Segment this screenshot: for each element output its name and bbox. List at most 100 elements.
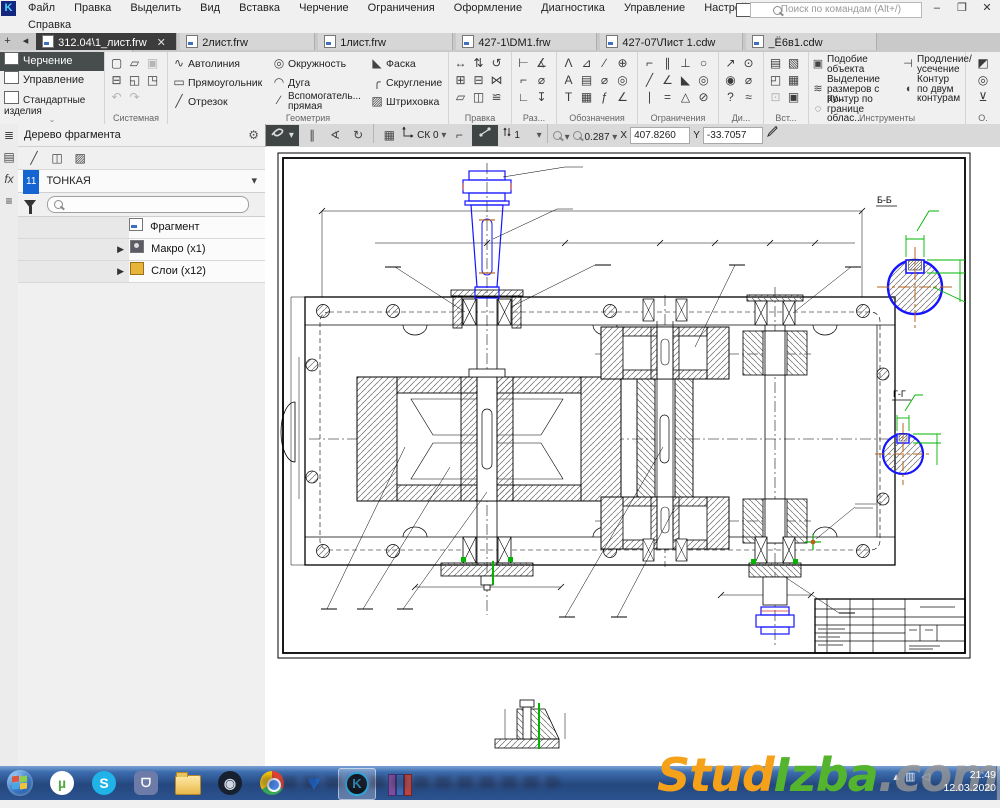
- expand-arrow-icon[interactable]: ▶: [117, 244, 124, 254]
- print-preview-icon[interactable]: ◱: [127, 72, 142, 88]
- perpendicular-icon[interactable]: ⊥: [678, 55, 693, 71]
- tool-select-dims[interactable]: ≋Выделение размеров с ру...: [811, 74, 899, 94]
- save-icon[interactable]: ▣: [145, 55, 160, 71]
- menu-layout[interactable]: Оформление: [446, 0, 530, 15]
- restore-button[interactable]: ❐: [951, 2, 973, 16]
- tree-node-macro[interactable]: ▶ Макро (x1): [18, 239, 265, 261]
- tool-similar-object[interactable]: ▣Подобие объекта: [811, 54, 899, 74]
- angular-dim-icon[interactable]: ∡: [534, 55, 549, 71]
- chevron-down-icon[interactable]: ▾: [251, 170, 257, 192]
- datum-icon[interactable]: ⊿: [579, 55, 594, 71]
- measure-icon[interactable]: ↗: [723, 55, 738, 71]
- length-icon[interactable]: ⌀: [741, 72, 756, 88]
- tool-contour-boundary[interactable]: ◌Контур по границе облас...: [811, 94, 899, 114]
- gear-lower[interactable]: [601, 497, 807, 549]
- panelset-drawing-button[interactable]: Черчение: [0, 52, 104, 71]
- add-tab-button[interactable]: +: [0, 33, 15, 50]
- linear-dim-icon[interactable]: ⊢: [516, 55, 531, 71]
- formula-icon[interactable]: ƒ: [597, 89, 612, 105]
- command-search-input[interactable]: Поиск по командам (Alt+/): [750, 2, 922, 18]
- deviation-icon[interactable]: ≈: [741, 89, 756, 105]
- taskbar-explorer[interactable]: [170, 768, 206, 798]
- insert-macro-icon[interactable]: ▣: [786, 89, 801, 105]
- pin-icon[interactable]: ⊻: [976, 89, 991, 105]
- tool-chamfer[interactable]: ◣Фаска: [370, 54, 446, 73]
- tab-document-2[interactable]: 1лист.frw: [318, 33, 453, 50]
- variables-panel-icon[interactable]: fx: [0, 168, 18, 190]
- coord-x-value[interactable]: 407.8260: [630, 127, 690, 144]
- snap-angle-icon[interactable]: ∢: [325, 125, 345, 146]
- vertical-icon[interactable]: ∣: [642, 89, 657, 105]
- tool-contour-two[interactable]: ◖Контур по двум контурам: [901, 74, 963, 94]
- redo-icon[interactable]: ↷: [127, 89, 142, 105]
- point-info-icon[interactable]: ⊙: [741, 55, 756, 71]
- ordinate-dim-icon[interactable]: ∟: [516, 89, 531, 105]
- rounding-toggle-button[interactable]: [472, 125, 498, 146]
- shift-icon[interactable]: ▱: [453, 89, 468, 105]
- tree-panel-icon[interactable]: ≣: [0, 124, 18, 146]
- target-icon[interactable]: ◎: [976, 72, 991, 88]
- tangent-icon[interactable]: ○: [696, 55, 711, 71]
- symmetry-icon[interactable]: △: [678, 89, 693, 105]
- drawing-canvas[interactable]: Б-Б Г-Г: [265, 147, 1000, 766]
- insert-picture-icon[interactable]: ◰: [768, 72, 783, 88]
- taskbar-steam[interactable]: ◉: [212, 768, 248, 798]
- tool-hatch[interactable]: ▨Штриховка: [370, 92, 446, 111]
- print-icon[interactable]: ⊟: [109, 72, 124, 88]
- grid-icon[interactable]: ▦: [379, 125, 399, 146]
- menu-management[interactable]: Управление: [616, 0, 693, 15]
- copy-icon[interactable]: ⊞: [453, 72, 468, 88]
- tab-document-1[interactable]: 2лист.frw: [180, 33, 315, 50]
- tab-scroll-left[interactable]: ◂: [18, 33, 33, 50]
- check-icon[interactable]: ?: [723, 89, 738, 105]
- tool-segment[interactable]: ╱Отрезок: [172, 92, 268, 111]
- coincidence-icon[interactable]: ⌐: [642, 55, 657, 71]
- app-logo-icon[interactable]: K: [1, 1, 16, 16]
- area-icon[interactable]: ◉: [723, 72, 738, 88]
- fix-icon[interactable]: ◣: [678, 72, 693, 88]
- tab-document-4[interactable]: 427-07\Лист 1.cdw: [600, 33, 743, 50]
- block-icon[interactable]: ⊘: [696, 89, 711, 105]
- funnel-icon[interactable]: [24, 200, 36, 208]
- pinion-shaft2[interactable]: [637, 377, 693, 501]
- detail-fragment-bottom[interactable]: [495, 700, 565, 749]
- line-constraint-icon[interactable]: ╱: [642, 72, 657, 88]
- style-icon[interactable]: ◩: [976, 55, 991, 71]
- letter-a-icon[interactable]: A: [561, 72, 576, 88]
- tool-arc[interactable]: ◠Дуга: [272, 73, 368, 92]
- ortho-icon[interactable]: ⌐: [449, 125, 469, 146]
- insert-ole-icon[interactable]: ⊡: [768, 89, 783, 105]
- tab-document-5[interactable]: _Ё6в1.cdw: [746, 33, 877, 50]
- deform-icon[interactable]: ⋈: [489, 72, 504, 88]
- tool-extend-trim[interactable]: ⊣Продление/ усечение: [901, 54, 963, 74]
- layer-select[interactable]: 1 ▾: [502, 125, 542, 146]
- text-icon[interactable]: T: [561, 89, 576, 105]
- minimize-button[interactable]: –: [926, 2, 948, 16]
- menu-file[interactable]: Файл: [20, 0, 63, 15]
- image-tool-icon[interactable]: ▨: [70, 147, 90, 169]
- menu-edit[interactable]: Правка: [66, 0, 119, 15]
- radial-dim-icon[interactable]: ⌐: [516, 72, 531, 88]
- menu-view[interactable]: Вид: [192, 0, 228, 15]
- snap-parallel-icon[interactable]: ∥: [302, 125, 322, 146]
- insert-view-icon[interactable]: ▧: [786, 55, 801, 71]
- gear-upper[interactable]: [601, 327, 807, 379]
- taskbar-utorrent[interactable]: µ: [44, 768, 80, 798]
- leader-dim-icon[interactable]: ↧: [534, 89, 549, 105]
- new-document-icon[interactable]: ▢: [109, 55, 124, 71]
- copy-props-icon[interactable]: ◫: [471, 89, 486, 105]
- taskbar-skype[interactable]: S: [86, 768, 122, 798]
- parameters-panel-icon[interactable]: ▤: [0, 146, 18, 168]
- concentric-icon[interactable]: ◎: [696, 72, 711, 88]
- menu-diagnostics[interactable]: Диагностика: [533, 0, 613, 15]
- expand-arrow-icon[interactable]: ▶: [117, 266, 124, 276]
- roughness-icon[interactable]: Λ: [561, 55, 576, 71]
- text-align-icon[interactable]: ▤: [579, 72, 594, 88]
- panelset-management-button[interactable]: Управление: [0, 71, 104, 90]
- tool-circle[interactable]: ◎Окружность: [272, 54, 368, 73]
- gear-icon[interactable]: ⚙: [248, 124, 259, 146]
- close-button[interactable]: ✕: [976, 2, 998, 16]
- insert-fragment-icon[interactable]: ▤: [768, 55, 783, 71]
- rotate-icon[interactable]: ↺: [489, 55, 504, 71]
- tool-rectangle[interactable]: ▭Прямоугольник: [172, 73, 268, 92]
